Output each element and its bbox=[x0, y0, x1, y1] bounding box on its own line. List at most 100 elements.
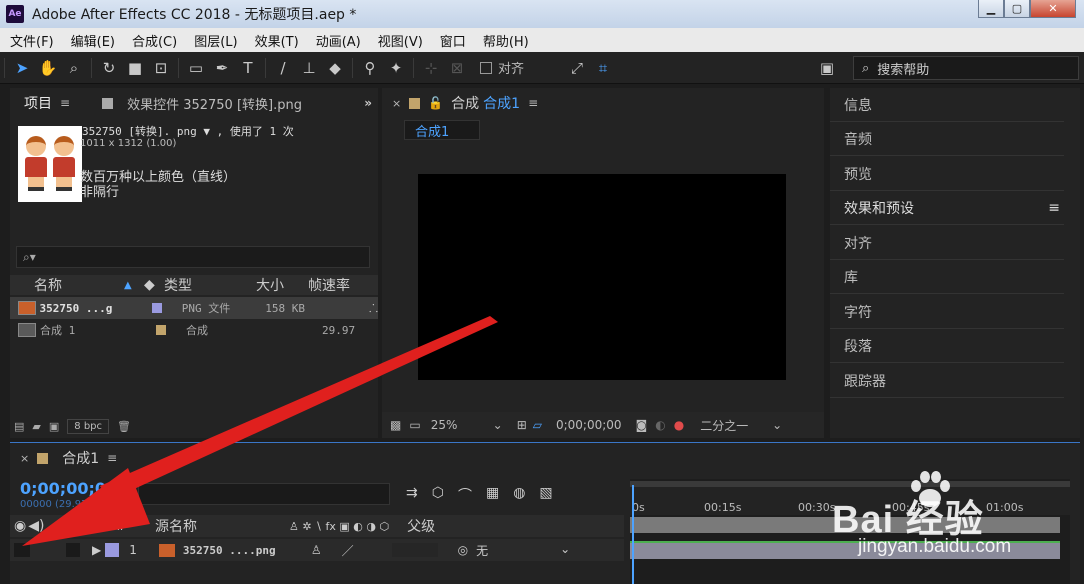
column-source-name[interactable]: 源名称 bbox=[155, 516, 197, 536]
video-toggle-icon[interactable]: ◉ bbox=[14, 518, 26, 534]
close-tab-icon[interactable]: × bbox=[392, 97, 401, 110]
pan-behind-tool-icon[interactable]: ⊡ bbox=[148, 55, 174, 81]
panel-menu-icon[interactable]: ≡ bbox=[528, 96, 538, 110]
hand-tool-icon[interactable]: ✋ bbox=[35, 55, 61, 81]
panel-tracker[interactable]: 跟踪器 bbox=[830, 364, 1064, 398]
project-item-row[interactable]: 352750 ...g PNG 文件 158 KB ⸫ bbox=[10, 297, 378, 319]
type-tool-icon[interactable]: T bbox=[235, 55, 261, 81]
close-tab-icon[interactable]: × bbox=[20, 452, 29, 465]
menu-layer[interactable]: 图层(L) bbox=[194, 31, 237, 50]
panel-effects-presets[interactable]: 效果和预设 ≡ bbox=[830, 191, 1064, 225]
menu-window[interactable]: 窗口 bbox=[440, 31, 466, 50]
project-search-input[interactable]: ⌕▾ bbox=[16, 246, 370, 268]
shy-layers-icon[interactable]: ⌒ bbox=[458, 485, 472, 505]
resolution-select[interactable]: 二分之一 ⌄ bbox=[696, 417, 786, 434]
column-fps[interactable]: 帧速率 bbox=[308, 275, 350, 295]
align-checkbox[interactable] bbox=[480, 61, 492, 74]
timeline-search-input[interactable] bbox=[138, 483, 390, 505]
flowchart-icon[interactable]: ⸫ bbox=[369, 301, 378, 316]
roto-brush-tool-icon[interactable]: ⚲ bbox=[357, 55, 383, 81]
delete-icon[interactable]: 🗑 bbox=[117, 420, 131, 433]
maximize-button[interactable]: ▢ bbox=[1004, 0, 1030, 18]
lock-switch[interactable] bbox=[66, 543, 80, 557]
always-preview-icon[interactable]: ▩ bbox=[390, 418, 401, 432]
comp-flowchart-icon[interactable]: ⇉ bbox=[406, 485, 418, 505]
parent-select[interactable]: 无 ⌄ bbox=[476, 542, 570, 559]
menu-effect[interactable]: 效果(T) bbox=[255, 31, 299, 50]
show-snapshot-icon[interactable]: ◐ bbox=[655, 418, 665, 432]
composition-canvas[interactable] bbox=[418, 174, 786, 380]
viewer-tab-comp[interactable]: 合成1 bbox=[483, 93, 520, 113]
menu-help[interactable]: 帮助(H) bbox=[483, 31, 529, 50]
label-tag-icon[interactable]: ◆ bbox=[90, 518, 101, 534]
panel-menu-icon[interactable]: ≡ bbox=[60, 96, 70, 110]
world-axis-icon[interactable]: ⊠ bbox=[444, 55, 470, 81]
zoom-tool-icon[interactable]: ⌕ bbox=[61, 55, 87, 81]
playhead[interactable] bbox=[632, 485, 634, 584]
clone-stamp-tool-icon[interactable]: ⊥ bbox=[296, 55, 322, 81]
selection-tool-icon[interactable]: ➤ bbox=[9, 55, 35, 81]
grid-icon[interactable]: ⊞ bbox=[517, 418, 527, 432]
monitor-icon[interactable]: ▭ bbox=[409, 418, 420, 432]
menu-file[interactable]: 文件(F) bbox=[10, 31, 54, 50]
comp-flow-tab[interactable]: 合成1 bbox=[404, 120, 480, 140]
viewer-tab-label[interactable]: 合成 bbox=[451, 93, 479, 113]
column-size[interactable]: 大小 bbox=[256, 275, 308, 295]
new-composition-icon[interactable]: ▣ bbox=[49, 420, 59, 433]
pickwhip-icon[interactable]: ◎ bbox=[458, 543, 468, 557]
interpret-footage-icon[interactable]: ▤ bbox=[14, 420, 24, 433]
snapshot-icon[interactable]: ◙ bbox=[636, 418, 648, 432]
panel-character[interactable]: 字符 bbox=[830, 295, 1064, 329]
region-of-interest-icon[interactable]: ▱ bbox=[533, 418, 542, 432]
graph-editor-icon[interactable]: ▧ bbox=[539, 485, 552, 505]
align-toggle[interactable]: 对齐 bbox=[480, 58, 524, 77]
workspace-icon[interactable]: ▣ bbox=[814, 55, 840, 81]
local-axis-icon[interactable]: ⊹ bbox=[418, 55, 444, 81]
bit-depth-button[interactable]: 8 bpc bbox=[67, 418, 110, 434]
new-folder-icon[interactable]: ▰ bbox=[32, 420, 40, 433]
motion-blur-icon[interactable]: ◍ bbox=[513, 485, 525, 505]
panel-menu-icon[interactable]: ≡ bbox=[107, 451, 117, 465]
panel-align[interactable]: 对齐 bbox=[830, 226, 1064, 260]
panel-preview[interactable]: 预览 bbox=[830, 157, 1064, 191]
zoom-select[interactable]: 25% ⌄ bbox=[427, 418, 507, 432]
close-button[interactable]: ✕ bbox=[1030, 0, 1076, 18]
tab-project[interactable]: 项目 bbox=[24, 93, 52, 113]
menu-edit[interactable]: 编辑(E) bbox=[71, 31, 115, 50]
frame-blending-icon[interactable]: ▦ bbox=[486, 485, 499, 505]
project-item-row[interactable]: 合成 1 合成 29.97 bbox=[10, 319, 378, 341]
expand-arrow-icon[interactable]: ▶ bbox=[92, 543, 101, 557]
shy-switch-icon[interactable]: ♙ bbox=[311, 543, 322, 557]
panel-paragraph[interactable]: 段落 bbox=[830, 329, 1064, 363]
timeline-tab-label[interactable]: 合成1 bbox=[62, 448, 99, 468]
lock-icon[interactable]: 🔓 bbox=[428, 96, 443, 110]
camera-tool-icon[interactable]: ■ bbox=[122, 55, 148, 81]
panel-library[interactable]: 库 bbox=[830, 260, 1064, 294]
rotate-tool-icon[interactable]: ↻ bbox=[96, 55, 122, 81]
pen-tool-icon[interactable]: ✒ bbox=[209, 55, 235, 81]
panel-info[interactable]: 信息 bbox=[830, 88, 1064, 122]
rectangle-tool-icon[interactable]: ▭ bbox=[183, 55, 209, 81]
minimize-button[interactable]: ▁ bbox=[978, 0, 1004, 18]
layer-name[interactable]: 352750 ....png bbox=[183, 544, 303, 557]
draft-3d-icon[interactable]: ⬡ bbox=[432, 485, 444, 505]
timeline-layer-row[interactable]: ▶ 1 352750 ....png ♙ ／ ◎ 无 ⌄ bbox=[10, 539, 624, 561]
color-channels-icon[interactable]: ● bbox=[674, 418, 684, 432]
label-color-swatch[interactable] bbox=[156, 325, 166, 335]
panel-menu-icon[interactable]: ≡ bbox=[1048, 200, 1060, 216]
snap-target-icon[interactable]: ⌗ bbox=[590, 55, 616, 81]
label-color-swatch[interactable] bbox=[152, 303, 162, 313]
timeline-timecode[interactable]: 0;00;00;00 bbox=[20, 479, 117, 498]
menu-animation[interactable]: 动画(A) bbox=[316, 31, 361, 50]
brush-tool-icon[interactable]: / bbox=[270, 55, 296, 81]
label-color-swatch[interactable] bbox=[105, 543, 120, 557]
column-parent[interactable]: 父级 bbox=[407, 516, 435, 536]
column-type[interactable]: 类型 bbox=[164, 275, 256, 295]
video-switch[interactable] bbox=[14, 543, 30, 557]
sort-asc-icon[interactable]: ▲ bbox=[124, 280, 144, 291]
label-tag-icon[interactable]: ◆ bbox=[144, 277, 164, 293]
menu-view[interactable]: 视图(V) bbox=[378, 31, 423, 50]
column-name[interactable]: 名称 bbox=[34, 275, 124, 295]
snap-icon[interactable]: ⤢ bbox=[564, 55, 590, 81]
panel-overflow-icon[interactable]: » bbox=[364, 96, 372, 110]
